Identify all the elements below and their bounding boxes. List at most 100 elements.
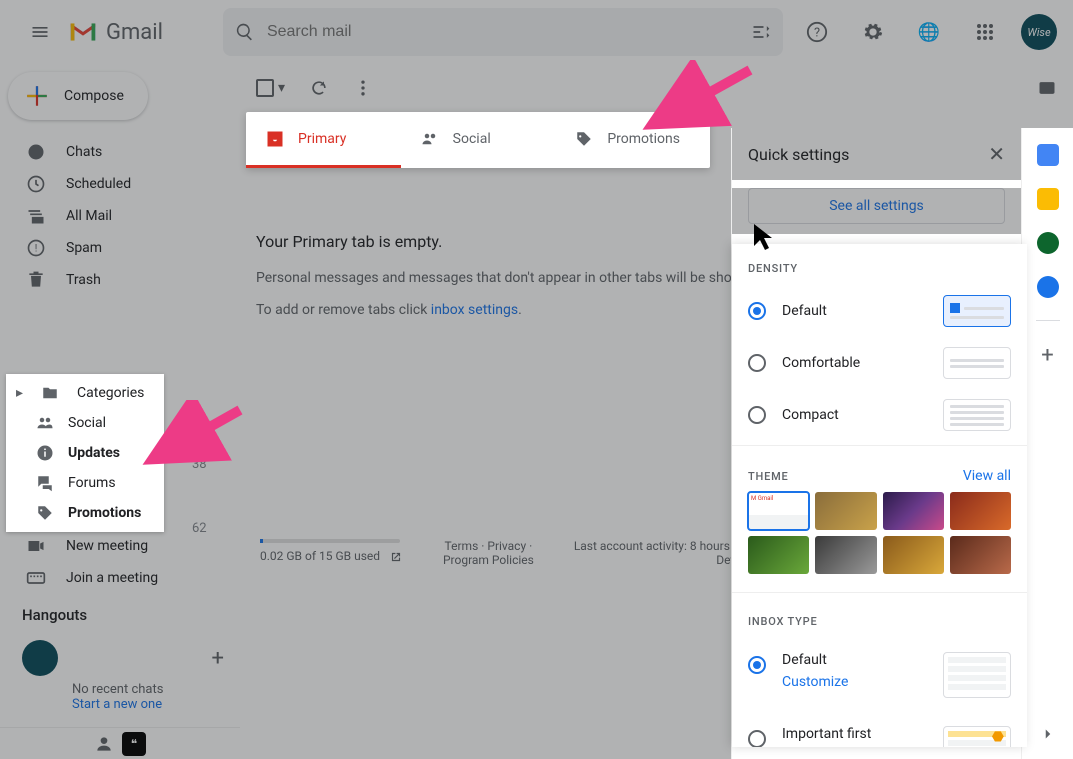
tab-social[interactable]: Social: [401, 112, 556, 168]
gear-icon: [862, 21, 884, 43]
tab-promotions[interactable]: Promotions: [555, 112, 710, 168]
sidebar-item-trash[interactable]: Trash: [0, 264, 240, 296]
keyboard-icon: [26, 568, 46, 588]
inbox-settings-link[interactable]: inbox settings: [431, 302, 518, 318]
categories-header[interactable]: ▸ Categories: [6, 378, 164, 408]
sidebar-item-allmail[interactable]: All Mail: [0, 200, 240, 232]
add-addon-button[interactable]: +: [1041, 343, 1053, 368]
more-icon[interactable]: [353, 78, 373, 98]
quick-settings-panel: DENSITY Default Comfortable Compact THEM…: [732, 244, 1027, 747]
inbox-type-important[interactable]: Important first ⬣: [732, 712, 1027, 747]
tag-icon: [36, 504, 54, 522]
theme-heading: THEME: [748, 470, 789, 483]
keep-icon[interactable]: [1037, 188, 1059, 210]
updates-count: 38: [192, 457, 207, 472]
see-all-settings-button[interactable]: See all settings: [748, 188, 1005, 224]
trash-icon: [26, 270, 46, 290]
density-comfortable[interactable]: Comfortable: [732, 337, 1027, 389]
tab-primary[interactable]: Primary: [246, 112, 401, 168]
theme-view-all-link[interactable]: View all: [963, 468, 1011, 484]
promotions-count: 62: [192, 521, 207, 536]
gmail-logo[interactable]: Gmail: [68, 20, 163, 45]
people-icon: [36, 414, 54, 432]
tasks-icon[interactable]: [1037, 232, 1059, 254]
toolbar: ▾: [240, 64, 1073, 112]
search-bar[interactable]: [223, 8, 783, 56]
sidebar-item-join-meeting[interactable]: Join a meeting: [0, 562, 240, 594]
density-compact[interactable]: Compact: [732, 389, 1027, 441]
chat-icon: [26, 142, 46, 162]
theme-thumb-4[interactable]: [748, 536, 809, 574]
apps-button[interactable]: [965, 12, 1005, 52]
theme-thumb-2[interactable]: [883, 492, 944, 530]
start-chat-link[interactable]: Start a new one: [0, 697, 240, 712]
radio-icon: [748, 302, 766, 320]
hangouts-tab-icon[interactable]: ❝: [122, 732, 146, 756]
video-icon: [26, 536, 46, 556]
theme-thumb-7[interactable]: [950, 536, 1011, 574]
account-switcher[interactable]: 🌐: [909, 12, 949, 52]
sidebar-item-scheduled[interactable]: Scheduled: [0, 168, 240, 200]
hangouts-heading: Hangouts: [0, 594, 240, 632]
compose-button[interactable]: Compose: [8, 72, 148, 120]
category-promotions[interactable]: Promotions: [6, 498, 164, 528]
hangouts-avatar[interactable]: [22, 640, 58, 676]
forum-icon: [36, 474, 54, 492]
theme-thumb-3[interactable]: [950, 492, 1011, 530]
quick-settings: Quick settings ✕ See all settings DENSIT…: [731, 128, 1021, 759]
compose-plus-icon: [24, 83, 50, 109]
external-link-icon[interactable]: [389, 550, 403, 564]
radio-icon: [748, 406, 766, 424]
bottom-bar: ❝: [0, 727, 240, 759]
sidebar-item-spam[interactable]: !Spam: [0, 232, 240, 264]
settings-button[interactable]: [853, 12, 893, 52]
spam-icon: !: [26, 238, 46, 258]
profile-avatar[interactable]: Wise: [1021, 14, 1057, 50]
refresh-icon[interactable]: [309, 78, 329, 98]
inbox-type-default[interactable]: Default Customize: [732, 638, 1027, 712]
calendar-icon[interactable]: [1037, 144, 1059, 166]
help-button[interactable]: ?: [797, 12, 837, 52]
theme-thumb-0[interactable]: M Gmail: [748, 492, 809, 530]
category-social[interactable]: Social: [6, 408, 164, 438]
density-preview: [943, 347, 1011, 379]
theme-thumb-5[interactable]: [815, 536, 876, 574]
person-icon[interactable]: [94, 734, 114, 754]
main-menu-button[interactable]: [16, 8, 64, 56]
header: Gmail ? 🌐 Wise: [0, 0, 1073, 64]
customize-link[interactable]: Customize: [782, 674, 848, 690]
search-input[interactable]: [267, 23, 739, 41]
category-forums[interactable]: Forums: [6, 468, 164, 498]
help-icon: ?: [806, 21, 828, 43]
inbox-icon: [266, 130, 284, 148]
clock-icon: [26, 174, 46, 194]
select-all[interactable]: ▾: [256, 79, 285, 97]
compose-label: Compose: [64, 88, 124, 104]
no-chats-text: No recent chats: [0, 676, 240, 697]
svg-text:?: ?: [814, 26, 820, 41]
quick-settings-title: Quick settings: [748, 145, 849, 164]
theme-grid: M Gmail: [732, 492, 1027, 588]
people-icon: [421, 130, 439, 148]
density-heading: DENSITY: [732, 244, 1027, 285]
density-preview: [943, 399, 1011, 431]
app-name: Gmail: [106, 20, 163, 45]
sidebar-item-chats[interactable]: Chats: [0, 136, 240, 168]
radio-icon: [748, 656, 766, 674]
input-tools-icon[interactable]: [1037, 78, 1057, 98]
density-preview: [943, 295, 1011, 327]
new-chat-button[interactable]: +: [212, 646, 224, 671]
theme-thumb-1[interactable]: [815, 492, 876, 530]
collapse-rail-button[interactable]: [1039, 725, 1057, 743]
close-quick-settings[interactable]: ✕: [988, 142, 1005, 166]
inbox-preview: ⬣: [943, 726, 1011, 747]
density-default[interactable]: Default: [732, 285, 1027, 337]
contacts-icon[interactable]: [1037, 276, 1059, 298]
category-updates[interactable]: Updates: [6, 438, 164, 468]
stack-icon: [26, 206, 46, 226]
info-icon: [36, 444, 54, 462]
inbox-tabs: Primary Social Promotions: [246, 112, 710, 168]
search-options-icon[interactable]: [751, 22, 771, 42]
theme-thumb-6[interactable]: [883, 536, 944, 574]
gmail-icon: [68, 21, 98, 43]
